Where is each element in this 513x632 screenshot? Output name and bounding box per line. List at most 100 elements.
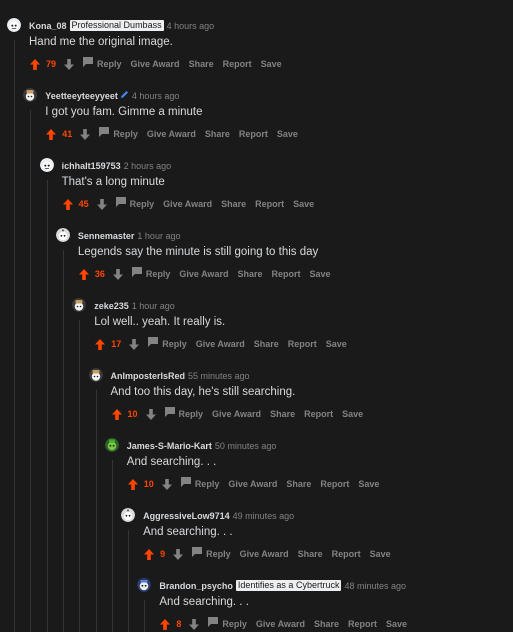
share-button[interactable]: Share: [298, 547, 323, 561]
downvote-icon[interactable]: [80, 128, 91, 140]
give-award-button[interactable]: Give Award: [196, 337, 245, 351]
thread-line[interactable]: [95, 390, 97, 632]
save-button[interactable]: Save: [342, 407, 363, 421]
save-button[interactable]: Save: [370, 547, 391, 561]
author-name[interactable]: zeke235: [94, 301, 129, 311]
give-award-button[interactable]: Give Award: [147, 127, 196, 141]
timestamp[interactable]: 55 minutes ago: [188, 371, 250, 381]
give-award-button[interactable]: Give Award: [179, 267, 228, 281]
upvote-icon[interactable]: [160, 618, 171, 630]
save-button[interactable]: Save: [309, 267, 330, 281]
snoo-default-icon[interactable]: [121, 508, 136, 522]
report-button[interactable]: Report: [239, 127, 268, 141]
downvote-icon[interactable]: [129, 338, 140, 350]
give-award-button[interactable]: Give Award: [212, 407, 261, 421]
comment-body: And searching. . .: [126, 456, 217, 468]
thread-line[interactable]: [128, 530, 130, 632]
snoo-hat-icon[interactable]: [23, 88, 38, 102]
downvote-icon[interactable]: [145, 408, 156, 420]
upvote-icon[interactable]: [78, 268, 89, 280]
reply-button[interactable]: Reply: [180, 477, 219, 491]
share-button[interactable]: Share: [314, 617, 339, 631]
thread-line[interactable]: [62, 250, 64, 632]
author-name[interactable]: ichhalt159753: [62, 161, 121, 171]
share-button[interactable]: Share: [205, 127, 230, 141]
downvote-icon[interactable]: [161, 478, 172, 490]
author-name[interactable]: Sennemaster: [78, 231, 135, 241]
reply-button[interactable]: Reply: [164, 407, 203, 421]
share-button[interactable]: Share: [189, 57, 214, 71]
thread-line[interactable]: [79, 320, 81, 632]
snoo-green-icon[interactable]: [104, 438, 119, 452]
save-button[interactable]: Save: [358, 477, 379, 491]
reply-button[interactable]: Reply: [115, 197, 154, 211]
report-button[interactable]: Report: [304, 407, 333, 421]
give-award-button[interactable]: Give Award: [131, 57, 180, 71]
snoo-face-icon[interactable]: [7, 18, 21, 32]
give-award-button[interactable]: Give Award: [163, 197, 212, 211]
thread-line[interactable]: [30, 110, 32, 632]
author-name[interactable]: Kona_08: [29, 21, 67, 31]
report-button[interactable]: Report: [332, 547, 361, 561]
timestamp[interactable]: 4 hours ago: [167, 21, 215, 31]
report-button[interactable]: Report: [288, 337, 317, 351]
timestamp[interactable]: 1 hour ago: [132, 301, 175, 311]
upvote-icon[interactable]: [127, 478, 138, 490]
report-button[interactable]: Report: [223, 57, 252, 71]
snoo-default-icon[interactable]: [55, 228, 70, 242]
upvote-icon[interactable]: [144, 548, 155, 560]
reply-button[interactable]: Reply: [192, 547, 231, 561]
upvote-icon[interactable]: [46, 128, 57, 140]
timestamp[interactable]: 1 hour ago: [137, 231, 180, 241]
report-button[interactable]: Report: [348, 617, 377, 631]
snoo-blue-icon[interactable]: [137, 578, 152, 592]
thread-line[interactable]: [111, 460, 113, 632]
author-name[interactable]: AggressiveLow9714: [143, 511, 230, 521]
reply-button[interactable]: Reply: [99, 127, 138, 141]
downvote-icon[interactable]: [189, 618, 200, 630]
report-button[interactable]: Report: [255, 197, 284, 211]
author-name[interactable]: James-S-Mario-Kart: [127, 441, 212, 451]
save-button[interactable]: Save: [261, 57, 282, 71]
save-button[interactable]: Save: [386, 617, 407, 631]
upvote-icon[interactable]: [62, 198, 73, 210]
give-award-button[interactable]: Give Award: [256, 617, 305, 631]
save-button[interactable]: Save: [326, 337, 347, 351]
save-button[interactable]: Save: [277, 127, 298, 141]
share-button[interactable]: Share: [221, 197, 246, 211]
snoo-hat-icon[interactable]: [72, 298, 87, 312]
thread-line[interactable]: [46, 180, 48, 632]
timestamp[interactable]: 49 minutes ago: [233, 511, 295, 521]
downvote-icon[interactable]: [112, 268, 123, 280]
upvote-icon[interactable]: [95, 338, 106, 350]
upvote-icon[interactable]: [111, 408, 122, 420]
give-award-button[interactable]: Give Award: [240, 547, 289, 561]
save-button[interactable]: Save: [293, 197, 314, 211]
reply-button[interactable]: Reply: [208, 617, 247, 631]
reply-button[interactable]: Reply: [148, 337, 187, 351]
report-button[interactable]: Report: [320, 477, 349, 491]
author-name[interactable]: AnImposterIsRed: [111, 371, 186, 381]
thread-line[interactable]: [14, 40, 15, 632]
timestamp[interactable]: 48 minutes ago: [344, 581, 406, 591]
give-award-button[interactable]: Give Award: [228, 477, 277, 491]
thread-line[interactable]: [144, 600, 146, 632]
author-name[interactable]: Brandon_psycho: [159, 581, 233, 591]
snoo-hat-icon[interactable]: [88, 368, 103, 382]
timestamp[interactable]: 50 minutes ago: [215, 441, 277, 451]
share-button[interactable]: Share: [237, 267, 262, 281]
share-button[interactable]: Share: [270, 407, 295, 421]
downvote-icon[interactable]: [96, 198, 107, 210]
reply-button[interactable]: Reply: [83, 57, 122, 71]
upvote-icon[interactable]: [30, 58, 40, 70]
downvote-icon[interactable]: [64, 58, 75, 70]
downvote-icon[interactable]: [173, 548, 184, 560]
report-button[interactable]: Report: [271, 267, 300, 281]
timestamp[interactable]: 2 hours ago: [124, 161, 172, 171]
author-name[interactable]: Yeetteeyteeyyeet: [45, 91, 118, 101]
snoo-face-icon[interactable]: [39, 158, 54, 172]
share-button[interactable]: Share: [286, 477, 311, 491]
reply-button[interactable]: Reply: [131, 267, 170, 281]
timestamp[interactable]: 4 hours ago: [132, 91, 180, 101]
share-button[interactable]: Share: [254, 337, 279, 351]
